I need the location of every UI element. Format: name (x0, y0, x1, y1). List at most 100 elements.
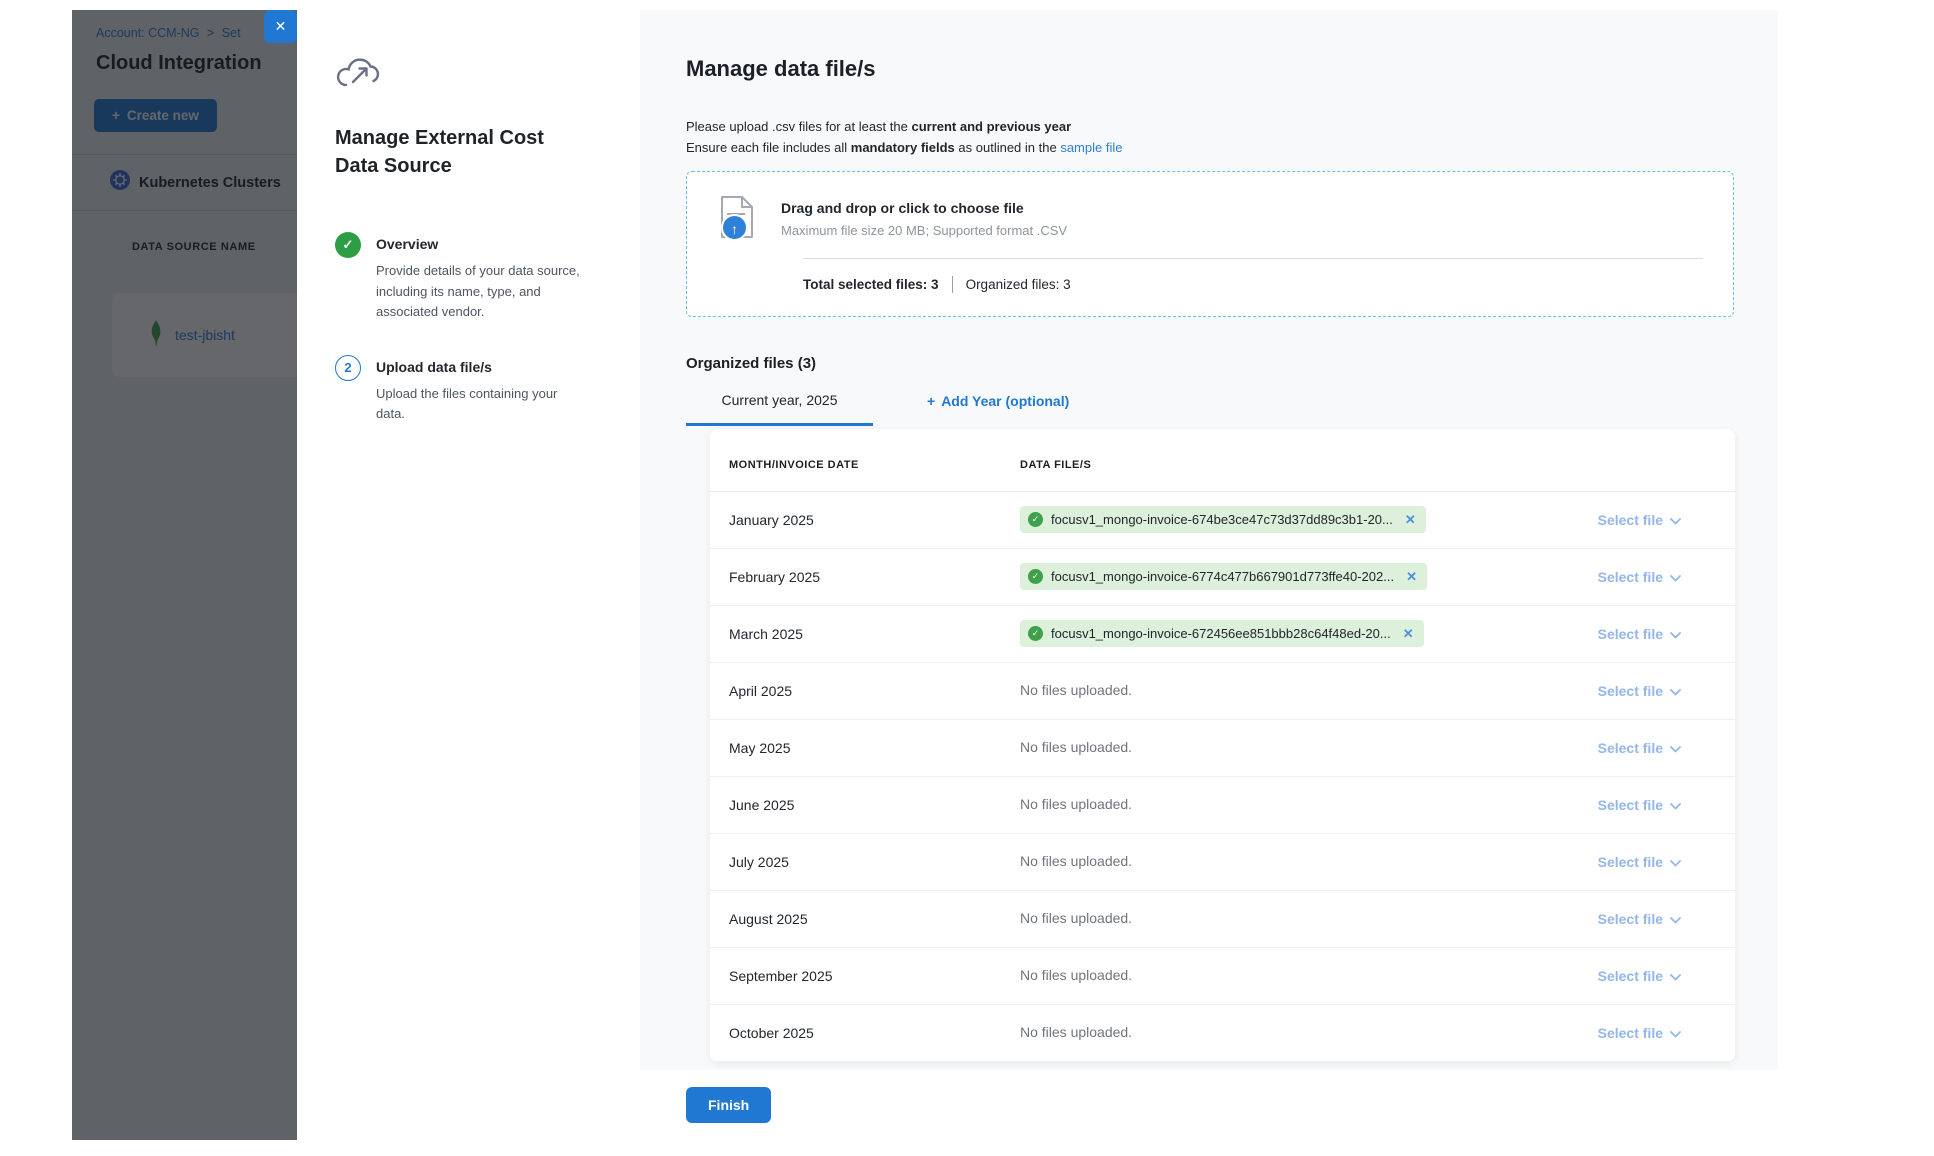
month-label: March 2025 (729, 626, 1020, 642)
select-file-label: Select file (1598, 968, 1663, 984)
table-row: January 2025 ✓ focusv1_mongo-invoice-674… (710, 492, 1735, 549)
file-dropzone[interactable]: ↑ Drag and drop or click to choose file … (686, 171, 1734, 317)
intro-line-1: Please upload .csv files for at least th… (686, 116, 1734, 137)
table-row: October 2025 No files uploaded. Select f… (710, 1005, 1735, 1062)
select-file-button[interactable]: Select file (1598, 1025, 1681, 1041)
totals-divider (952, 276, 953, 293)
chevron-down-icon (1670, 854, 1681, 870)
close-icon: ✕ (275, 18, 287, 34)
empty-text: No files uploaded. (1020, 853, 1132, 869)
files-cell: No files uploaded. (1020, 739, 1598, 757)
empty-text: No files uploaded. (1020, 967, 1132, 983)
empty-text: No files uploaded. (1020, 910, 1132, 926)
select-file-label: Select file (1598, 512, 1663, 528)
empty-text: No files uploaded. (1020, 739, 1132, 755)
total-selected-files: Total selected files: 3 (803, 277, 939, 292)
select-file-button[interactable]: Select file (1598, 512, 1681, 528)
select-file-button[interactable]: Select file (1598, 683, 1681, 699)
select-file-button[interactable]: Select file (1598, 626, 1681, 642)
sample-file-link[interactable]: sample file (1060, 140, 1122, 155)
select-file-label: Select file (1598, 683, 1663, 699)
select-file-label: Select file (1598, 797, 1663, 813)
upload-arrow-icon: ↑ (721, 214, 748, 241)
select-file-button[interactable]: Select file (1598, 968, 1681, 984)
add-year-button[interactable]: + Add Year (optional) (927, 392, 1069, 409)
month-label: September 2025 (729, 968, 1020, 984)
select-file-button[interactable]: Select file (1598, 740, 1681, 756)
finish-button[interactable]: Finish (686, 1087, 771, 1123)
intro-line2-text: Ensure each file includes all (686, 140, 851, 155)
table-body: January 2025 ✓ focusv1_mongo-invoice-674… (710, 492, 1735, 1062)
screenshot-stage: Account: CCM-NG > Set Cloud Integration … (0, 0, 1934, 1156)
table-row: March 2025 ✓ focusv1_mongo-invoice-67245… (710, 606, 1735, 663)
table-row: August 2025 No files uploaded. Select fi… (710, 891, 1735, 948)
content-panel: Manage data file/s Please upload .csv fi… (640, 10, 1778, 1140)
table-row: September 2025 No files uploaded. Select… (710, 948, 1735, 1005)
chevron-down-icon (1670, 626, 1681, 642)
select-file-button[interactable]: Select file (1598, 569, 1681, 585)
step-overview[interactable]: ✓ Overview Provide details of your data … (335, 232, 612, 323)
chevron-down-icon (1670, 512, 1681, 528)
organized-files-card: MONTH/INVOICE DATE DATA FILE/S January 2… (710, 429, 1735, 1062)
file-chip: ✓ focusv1_mongo-invoice-674be3ce47c73d37… (1020, 506, 1426, 533)
step-complete-check-icon: ✓ (335, 232, 361, 258)
intro-line2-text2: as outlined in the (955, 140, 1061, 155)
select-file-button[interactable]: Select file (1598, 854, 1681, 870)
file-name: focusv1_mongo-invoice-674be3ce47c73d37dd… (1051, 512, 1393, 527)
month-label: January 2025 (729, 512, 1020, 528)
file-name: focusv1_mongo-invoice-6774c477b667901d77… (1051, 569, 1394, 584)
organized-files-count: Organized files: 3 (966, 277, 1071, 292)
select-file-label: Select file (1598, 1025, 1663, 1041)
select-file-label: Select file (1598, 626, 1663, 642)
intro-text: Please upload .csv files for at least th… (686, 116, 1734, 159)
column-header-files: DATA FILE/S (1020, 459, 1681, 471)
select-file-button[interactable]: Select file (1598, 797, 1681, 813)
cloud-export-icon (335, 78, 381, 95)
table-row: May 2025 No files uploaded. Select file (710, 720, 1735, 777)
chip-check-icon: ✓ (1028, 512, 1043, 527)
dropzone-title: Drag and drop or click to choose file (781, 196, 1067, 216)
month-label: June 2025 (729, 797, 1020, 813)
files-cell: No files uploaded. (1020, 910, 1598, 928)
chevron-down-icon (1670, 740, 1681, 756)
chevron-down-icon (1670, 968, 1681, 984)
remove-file-button[interactable]: ✕ (1403, 627, 1414, 640)
chevron-down-icon (1670, 569, 1681, 585)
table-row: February 2025 ✓ focusv1_mongo-invoice-67… (710, 549, 1735, 606)
select-file-label: Select file (1598, 911, 1663, 927)
month-label: February 2025 (729, 569, 1020, 585)
year-tabs: Current year, 2025 + Add Year (optional) (686, 392, 1734, 426)
files-cell: ✓ focusv1_mongo-invoice-674be3ce47c73d37… (1020, 506, 1598, 533)
month-label: July 2025 (729, 854, 1020, 870)
month-label: May 2025 (729, 740, 1020, 756)
empty-text: No files uploaded. (1020, 796, 1132, 812)
files-cell: No files uploaded. (1020, 1024, 1598, 1042)
table-row: June 2025 No files uploaded. Select file (710, 777, 1735, 834)
file-chip: ✓ focusv1_mongo-invoice-6774c477b667901d… (1020, 563, 1427, 590)
remove-file-button[interactable]: ✕ (1405, 513, 1416, 526)
step-overview-description: Provide details of your data source, inc… (376, 261, 584, 323)
step-upload-data[interactable]: 2 Upload data file/s Upload the files co… (335, 355, 612, 425)
file-chip: ✓ focusv1_mongo-invoice-672456ee851bbb28… (1020, 620, 1424, 647)
step-2-number-icon: 2 (335, 355, 361, 381)
intro-line2-bold: mandatory fields (851, 140, 955, 155)
chip-check-icon: ✓ (1028, 569, 1043, 584)
step-upload-description: Upload the files containing your data. (376, 384, 584, 425)
wizard-steps: ✓ Overview Provide details of your data … (335, 232, 612, 425)
files-cell: No files uploaded. (1020, 853, 1598, 871)
chevron-down-icon (1670, 683, 1681, 699)
column-header-month: MONTH/INVOICE DATE (729, 459, 1020, 471)
close-button[interactable]: ✕ (264, 10, 297, 43)
select-file-button[interactable]: Select file (1598, 911, 1681, 927)
dropzone-divider (803, 258, 1703, 259)
empty-text: No files uploaded. (1020, 682, 1132, 698)
tab-current-year[interactable]: Current year, 2025 (686, 392, 873, 426)
modal-scrim (72, 10, 297, 1140)
select-file-label: Select file (1598, 740, 1663, 756)
month-label: April 2025 (729, 683, 1020, 699)
remove-file-button[interactable]: ✕ (1406, 570, 1417, 583)
wizard-title: Manage External Cost Data Source (335, 124, 560, 180)
background-page: Account: CCM-NG > Set Cloud Integration … (72, 10, 297, 1140)
plus-icon: + (927, 393, 935, 409)
table-row: April 2025 No files uploaded. Select fil… (710, 663, 1735, 720)
